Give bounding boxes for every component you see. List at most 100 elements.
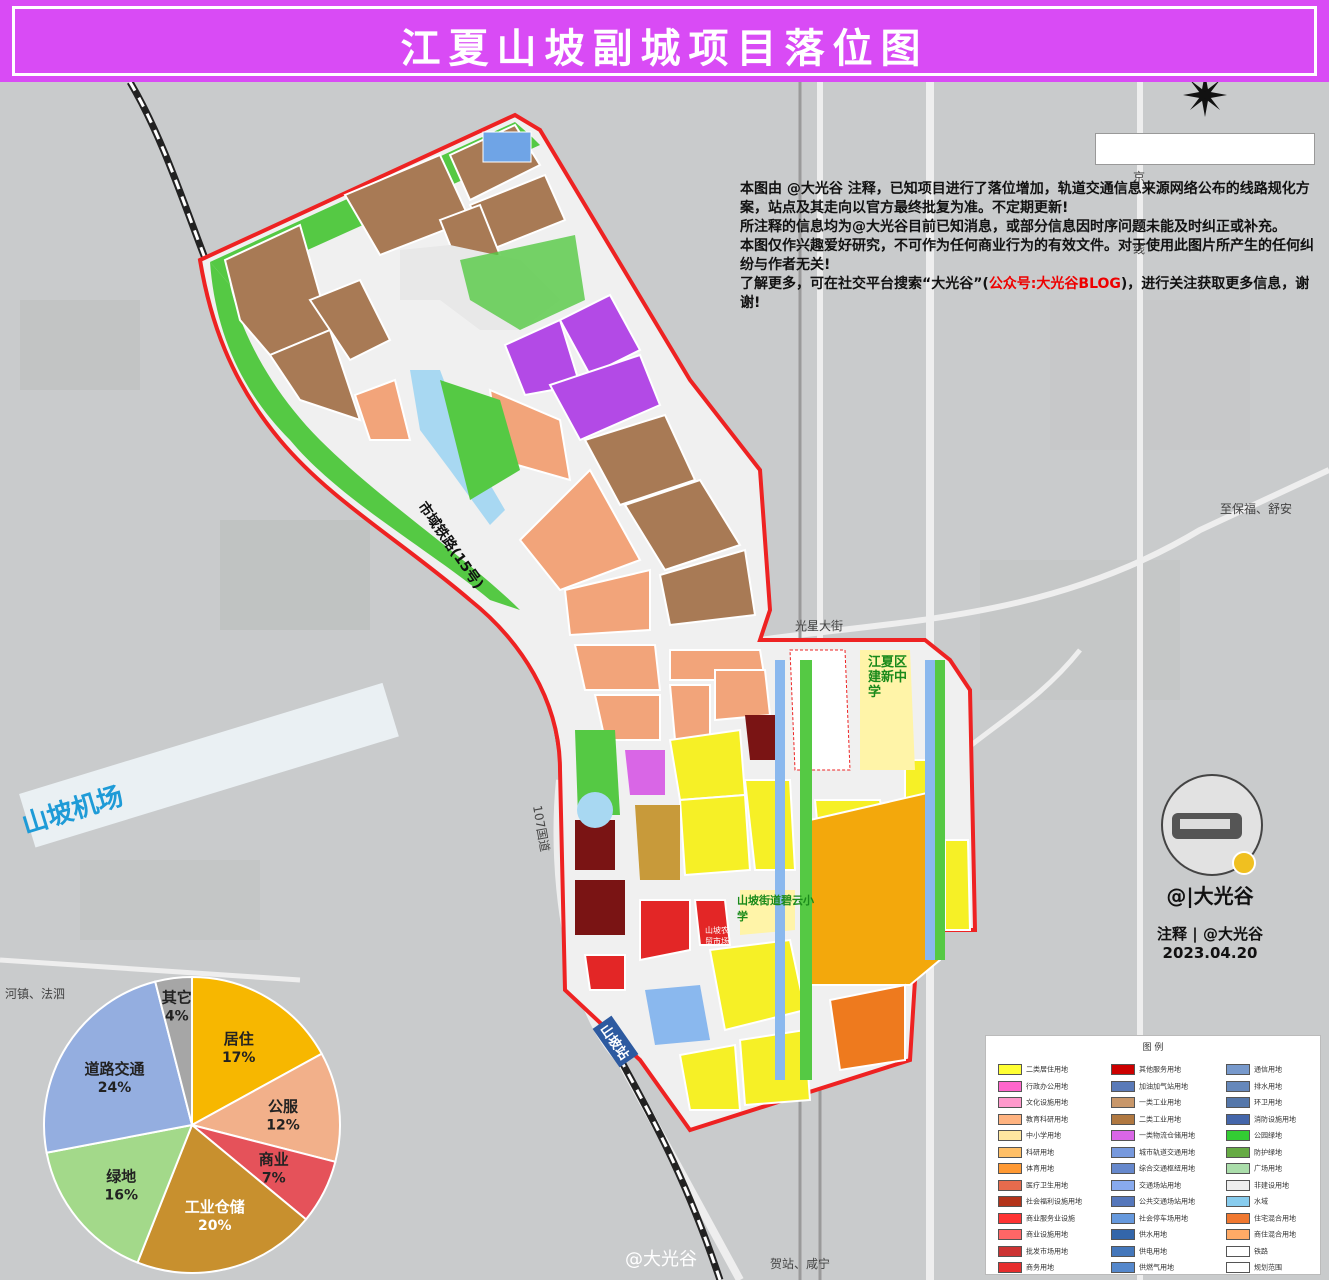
legend-label: 公园绿地 bbox=[1254, 1131, 1282, 1140]
pie-label-1: 公服 bbox=[268, 1097, 299, 1115]
legend-item: 商住混合用地 bbox=[1226, 1229, 1296, 1241]
legend-item: 公园绿地 bbox=[1226, 1130, 1282, 1142]
legend-swatch bbox=[1111, 1113, 1135, 1125]
page-title: 江夏山坡副城项目落位图 bbox=[400, 26, 929, 72]
legend-item: 城市轨道交通用地 bbox=[1111, 1146, 1195, 1159]
avatar bbox=[1161, 774, 1263, 876]
pie-pct-5: 24% bbox=[98, 1080, 132, 1096]
legend-swatch bbox=[998, 1097, 1022, 1108]
legend-swatch bbox=[1111, 1179, 1135, 1191]
legend-label: 医疗卫生用地 bbox=[1026, 1181, 1068, 1189]
legend-label: 商业服务业设施 bbox=[1026, 1214, 1075, 1222]
notes-panel: 本图由 @大光谷 注释，已知项目进行了落位增加，轨道交通信息来源网络公布的线路规… bbox=[740, 180, 1320, 313]
legend-item: 环卫用地 bbox=[1226, 1097, 1282, 1109]
legend-item: 广场用地 bbox=[1226, 1163, 1282, 1175]
legend-item: 水域 bbox=[1226, 1196, 1268, 1208]
legend-swatch bbox=[1111, 1064, 1135, 1075]
legend-item: 商务用地 bbox=[998, 1262, 1054, 1274]
pie-pct-6: 4% bbox=[165, 1009, 189, 1025]
pie-label-6: 其它 bbox=[162, 989, 192, 1007]
legend-item: 住宅混合用地 bbox=[1226, 1212, 1296, 1225]
legend-item: 商业设施用地 bbox=[998, 1229, 1068, 1241]
legend-label: 一类物流仓储用地 bbox=[1139, 1131, 1195, 1140]
legend-swatch bbox=[1111, 1196, 1135, 1207]
legend-item: 其他服务用地 bbox=[1111, 1064, 1181, 1076]
pie-label-2: 商业 bbox=[259, 1151, 289, 1169]
legend-label: 非建设用地 bbox=[1254, 1181, 1289, 1189]
legend-label: 批发市场用地 bbox=[1026, 1247, 1068, 1255]
legend-label: 排水用地 bbox=[1254, 1082, 1282, 1090]
legend-item: 加油加气站用地 bbox=[1111, 1080, 1188, 1093]
legend-swatch bbox=[1226, 1097, 1250, 1108]
legend-swatch bbox=[1226, 1212, 1250, 1224]
legend-item: 文化设施用地 bbox=[998, 1097, 1068, 1109]
legend-swatch bbox=[1226, 1196, 1250, 1207]
legend-label: 广场用地 bbox=[1254, 1164, 1282, 1173]
legend-label: 体育用地 bbox=[1026, 1164, 1054, 1173]
school2-label: 山坡街道碧云小学 bbox=[737, 894, 814, 923]
legend-label: 住宅混合用地 bbox=[1254, 1214, 1296, 1222]
legend-swatch bbox=[998, 1080, 1022, 1092]
legend-swatch bbox=[1226, 1146, 1250, 1158]
pie-label-4: 绿地 bbox=[106, 1167, 136, 1185]
legend-swatch bbox=[1226, 1130, 1250, 1141]
baoji-label: 至保福、舒安 bbox=[1220, 502, 1293, 516]
legend-item: 体育用地 bbox=[998, 1163, 1054, 1175]
legend-label: 供燃气用地 bbox=[1139, 1263, 1174, 1272]
xianning-label: 贺站、咸宁 bbox=[770, 1257, 831, 1271]
legend-swatch bbox=[1226, 1163, 1250, 1174]
signature-handle: @|大光谷 bbox=[1166, 884, 1254, 908]
land-use-pie-chart: 居住 17% 公服 12% 商业 7% 工业仓储 20% 绿地 16% 道路交通 24% 其它 4% bbox=[43, 975, 341, 1274]
legend-item: 一类工业用地 bbox=[1111, 1097, 1181, 1109]
legend-item: 商业服务业设施 bbox=[998, 1212, 1075, 1225]
legend-label: 供电用地 bbox=[1139, 1247, 1167, 1255]
signature: @|大光谷 注释 | @大光谷 2023.04.20 bbox=[1150, 880, 1270, 962]
legend-swatch bbox=[1111, 1245, 1135, 1257]
legend-item: 批发市场用地 bbox=[998, 1245, 1068, 1258]
legend-item: 供电用地 bbox=[1111, 1245, 1167, 1258]
legend-label: 通信用地 bbox=[1254, 1065, 1282, 1074]
legend-label: 社会停车场用地 bbox=[1139, 1214, 1188, 1222]
legend-swatch bbox=[998, 1196, 1022, 1207]
legend-label: 消防设施用地 bbox=[1254, 1115, 1296, 1123]
legend-label: 城市轨道交通用地 bbox=[1139, 1148, 1195, 1156]
note-line-3: 本图仅作兴趣爱好研究，不可作为任何商业行为的有效文件。对于使用此图片所产生的任何… bbox=[740, 238, 1314, 273]
legend-swatch bbox=[1111, 1130, 1135, 1141]
legend-item: 一类物流仓储用地 bbox=[1111, 1130, 1195, 1142]
legend-swatch bbox=[1111, 1163, 1135, 1174]
legend-item: 医疗卫生用地 bbox=[998, 1179, 1068, 1192]
legend-item: 社会福利设施用地 bbox=[998, 1196, 1082, 1208]
legend-label: 水域 bbox=[1254, 1197, 1268, 1206]
legend-label: 教育科研用地 bbox=[1026, 1115, 1068, 1123]
legend-label: 铁路 bbox=[1254, 1247, 1268, 1255]
legend-label: 供水用地 bbox=[1139, 1230, 1167, 1239]
legend-swatch bbox=[1111, 1080, 1135, 1092]
legend-swatch bbox=[1226, 1080, 1250, 1092]
legend-swatch bbox=[998, 1064, 1022, 1075]
legend-item: 防护绿地 bbox=[1226, 1146, 1282, 1159]
pie-pct-0: 17% bbox=[222, 1050, 256, 1066]
legend-label: 其他服务用地 bbox=[1139, 1065, 1181, 1074]
legend-swatch bbox=[998, 1146, 1022, 1158]
legend-label: 商务用地 bbox=[1026, 1263, 1054, 1272]
legend-item: 通信用地 bbox=[1226, 1064, 1282, 1076]
legend-swatch bbox=[998, 1179, 1022, 1191]
legend-label: 规划范围 bbox=[1254, 1263, 1282, 1272]
legend-swatch bbox=[998, 1130, 1022, 1141]
pie-label-3: 工业仓储 bbox=[185, 1198, 245, 1216]
legend-label: 加油加气站用地 bbox=[1139, 1082, 1188, 1090]
legend-swatch bbox=[1226, 1229, 1250, 1240]
legend-swatch bbox=[998, 1229, 1022, 1240]
legend-label: 环卫用地 bbox=[1254, 1098, 1282, 1107]
legend-swatch bbox=[1111, 1097, 1135, 1108]
legend-item: 中小学用地 bbox=[998, 1130, 1061, 1142]
legend-item: 铁路 bbox=[1226, 1245, 1268, 1258]
weibo-watermark: @大光谷 bbox=[625, 1249, 697, 1270]
legend-swatch bbox=[1226, 1113, 1250, 1125]
legend-item: 供水用地 bbox=[1111, 1229, 1167, 1241]
legend-swatch bbox=[998, 1212, 1022, 1224]
legend-swatch bbox=[1226, 1245, 1250, 1257]
legend-item: 二类工业用地 bbox=[1111, 1113, 1181, 1126]
legend-label: 商住混合用地 bbox=[1254, 1230, 1296, 1239]
note-line-2: 所注释的信息均为@大光谷目前已知消息，或部分信息因时序问题未能及时纠正或补充。 bbox=[740, 219, 1286, 235]
